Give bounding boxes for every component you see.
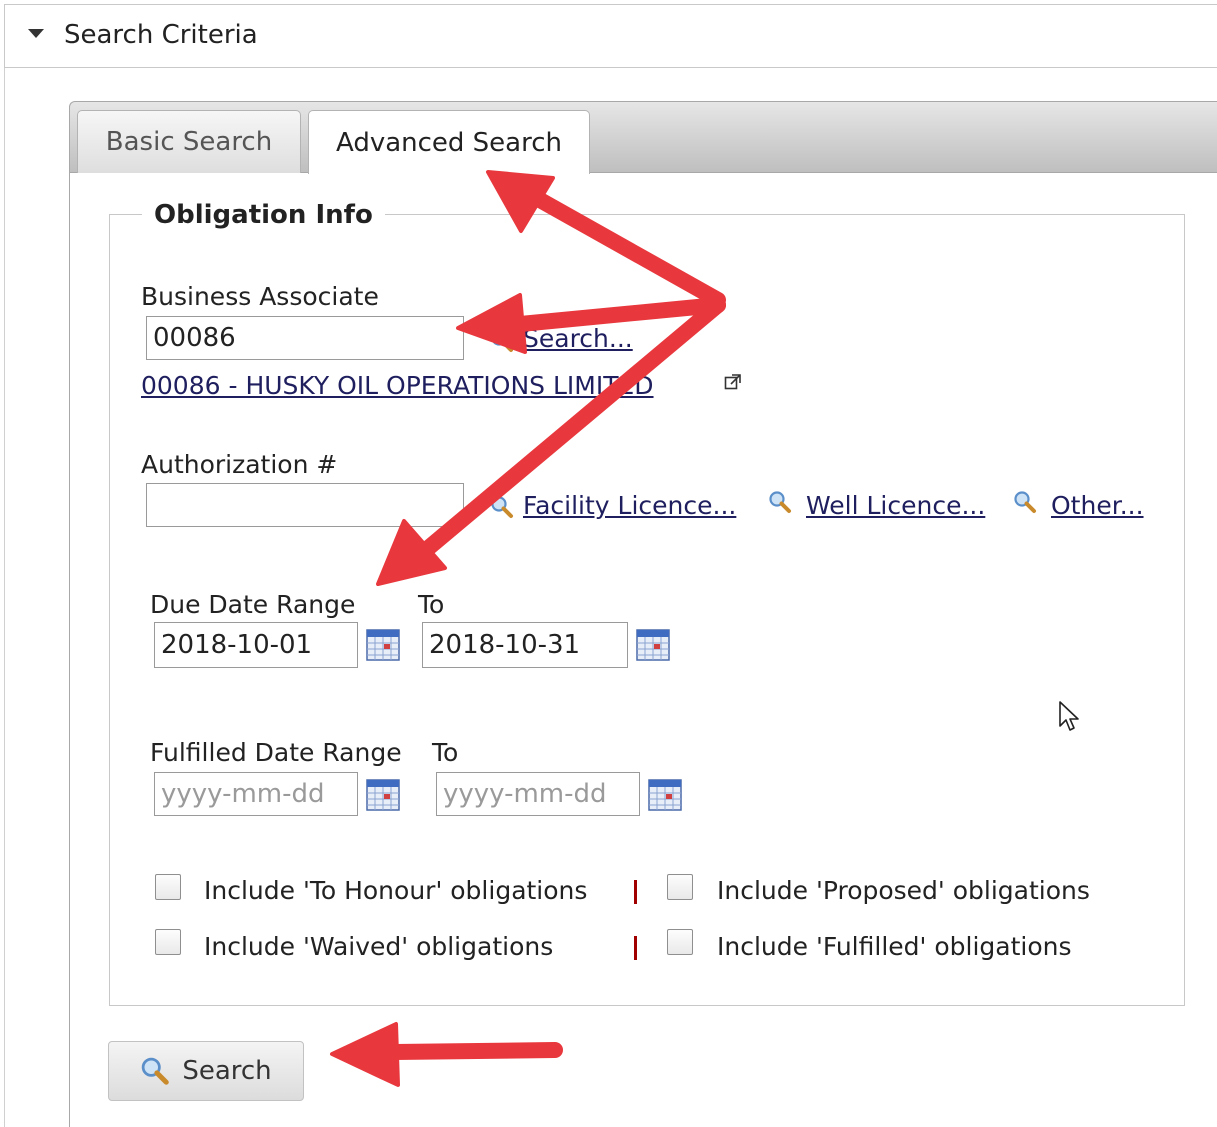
calendar-icon[interactable] xyxy=(636,629,670,661)
magnifier-icon xyxy=(491,496,513,518)
tab-advanced-search[interactable]: Advanced Search xyxy=(308,110,590,174)
proposed-label: Include 'Proposed' obligations xyxy=(717,876,1090,905)
fulfilled-date-to-input[interactable] xyxy=(436,772,640,816)
proposed-checkbox[interactable] xyxy=(667,874,693,900)
tab-basic-search[interactable]: Basic Search xyxy=(77,110,301,173)
section-title: Search Criteria xyxy=(64,20,258,50)
fulfilled-date-from-input[interactable] xyxy=(154,772,358,816)
to-honour-label: Include 'To Honour' obligations xyxy=(204,876,588,905)
collapse-triangle-icon[interactable] xyxy=(28,29,44,38)
business-associate-label: Business Associate xyxy=(141,282,379,311)
business-associate-result-link[interactable]: 00086 - HUSKY OIL OPERATIONS LIMITED xyxy=(141,371,654,400)
magnifier-icon xyxy=(491,330,513,352)
other-authorization-link[interactable]: Other... xyxy=(1051,491,1144,520)
business-associate-input[interactable] xyxy=(146,316,464,360)
search-button-label: Search xyxy=(182,1056,272,1086)
magnifier-icon xyxy=(1014,491,1036,513)
authorization-label: Authorization # xyxy=(141,450,338,479)
fulfilled-date-to-label: To xyxy=(432,738,459,767)
due-date-from-input[interactable] xyxy=(154,622,358,668)
due-date-range-label: Due Date Range xyxy=(150,590,356,619)
mouse-cursor-icon xyxy=(1059,701,1079,731)
business-associate-search-link[interactable]: Search... xyxy=(523,324,633,353)
fulfilled-date-range-label: Fulfilled Date Range xyxy=(150,738,402,767)
facility-licence-link[interactable]: Facility Licence... xyxy=(523,491,736,520)
well-licence-link[interactable]: Well Licence... xyxy=(806,491,985,520)
search-button[interactable]: Search xyxy=(108,1041,304,1101)
magnifier-icon xyxy=(769,491,791,513)
waived-label: Include 'Waived' obligations xyxy=(204,932,554,961)
fulfilled-label: Include 'Fulfilled' obligations xyxy=(717,932,1072,961)
magnifier-icon xyxy=(142,1057,170,1085)
waived-checkbox[interactable] xyxy=(155,929,181,955)
calendar-icon[interactable] xyxy=(648,779,682,811)
external-link-icon[interactable] xyxy=(724,373,742,391)
calendar-icon[interactable] xyxy=(366,629,400,661)
due-date-to-input[interactable] xyxy=(422,622,628,668)
to-honour-checkbox[interactable] xyxy=(155,874,181,900)
fulfilled-checkbox[interactable] xyxy=(667,929,693,955)
authorization-input[interactable] xyxy=(146,483,464,527)
calendar-icon[interactable] xyxy=(366,779,400,811)
fieldset-legend: Obligation Info xyxy=(142,200,385,230)
separator xyxy=(634,880,637,904)
panel-border xyxy=(4,68,5,1127)
due-date-to-label: To xyxy=(418,590,445,619)
separator xyxy=(634,936,637,960)
